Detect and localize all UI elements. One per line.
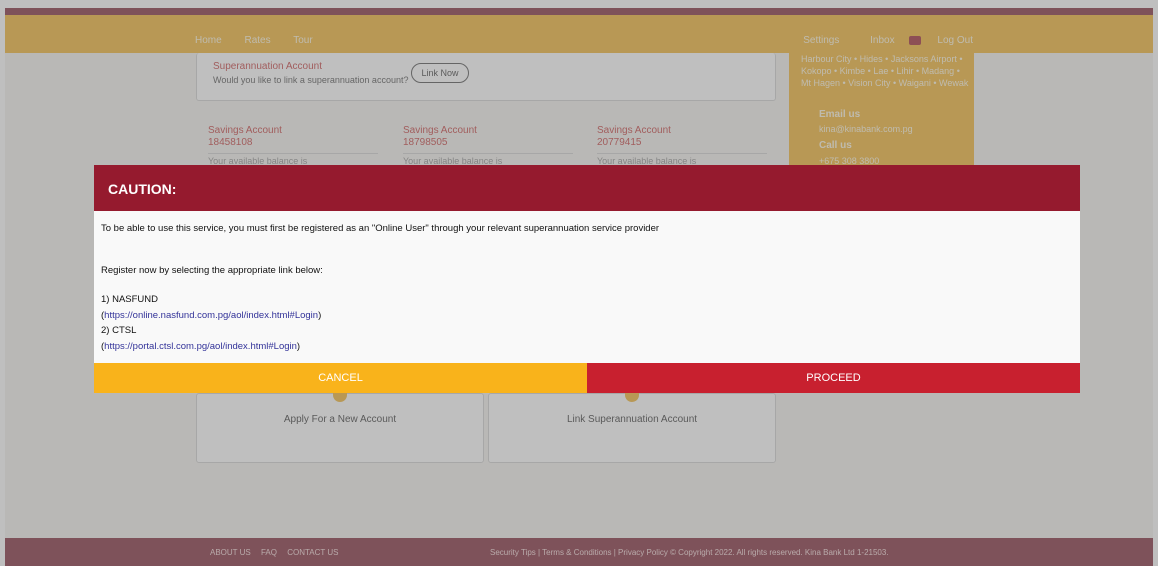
modal-title: CAUTION: (108, 181, 177, 197)
ctsl-label: 2) CTSL (101, 325, 137, 336)
cancel-button[interactable]: CANCEL (94, 363, 587, 393)
modal-message: To be able to use this service, you must… (101, 223, 660, 234)
proceed-button[interactable]: PROCEED (587, 363, 1080, 393)
modal-instruction: Register now by selecting the appropriat… (101, 265, 323, 276)
ctsl-link[interactable]: https://portal.ctsl.com.pg/aol/index.htm… (104, 341, 297, 352)
caution-modal: CAUTION: To be able to use this service,… (94, 165, 1080, 393)
nasfund-link-row: (https://online.nasfund.com.pg/aol/index… (101, 310, 322, 321)
modal-header: CAUTION: (94, 165, 1080, 211)
nasfund-label: 1) NASFUND (101, 294, 159, 305)
nasfund-link[interactable]: https://online.nasfund.com.pg/aol/index.… (104, 310, 318, 321)
modal-body: To be able to use this service, you must… (94, 211, 1080, 363)
ctsl-link-row: (https://portal.ctsl.com.pg/aol/index.ht… (101, 341, 301, 352)
